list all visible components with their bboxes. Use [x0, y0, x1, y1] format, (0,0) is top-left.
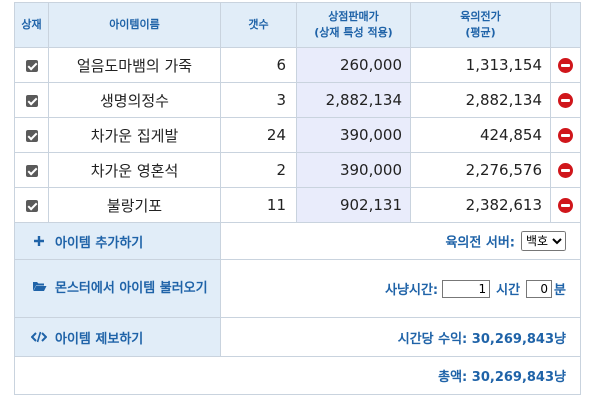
item-qty: 11 [220, 187, 297, 223]
item-qty: 2 [220, 152, 297, 188]
remove-item-button[interactable] [550, 117, 581, 153]
remove-icon[interactable] [558, 93, 573, 108]
header-remove [550, 2, 581, 48]
remove-icon[interactable] [558, 163, 573, 178]
item-market-avg: 2,882,134 [410, 82, 551, 118]
item-market-avg: 1,313,154 [410, 47, 551, 83]
report-item-button[interactable]: 아이템 제보하기 [14, 317, 221, 357]
add-item-row: 아이템 추가하기 육의전 서버: 백호 [14, 222, 581, 260]
header-avg-line2: (평균) [465, 26, 496, 39]
header-qty: 갯수 [220, 2, 297, 48]
server-label: 육의전 서버: [445, 235, 515, 251]
remove-item-button[interactable] [550, 82, 581, 118]
sanggae-checkbox[interactable] [14, 187, 49, 223]
hunt-time-cell: 사냥시간: 시간 분 [220, 259, 581, 318]
remove-icon[interactable] [558, 58, 573, 73]
remove-item-button[interactable] [550, 152, 581, 188]
remove-icon[interactable] [558, 198, 573, 213]
remove-icon[interactable] [558, 128, 573, 143]
checkbox-checked-icon[interactable] [25, 199, 38, 212]
report-item-label: 아이템 제보하기 [55, 331, 144, 347]
remove-item-button[interactable] [550, 187, 581, 223]
hourly-income: 시간당 수익: 30,269,843냥 [220, 317, 581, 357]
item-name: 생명의정수 [48, 82, 221, 118]
item-market-avg: 424,854 [410, 117, 551, 153]
total-amount: 총액: 30,269,843냥 [14, 356, 581, 395]
item-qty: 3 [220, 82, 297, 118]
table-row: 불랑기포 11 902,131 2,382,613 [14, 187, 581, 223]
table-row: 차가운 영혼석 2 390,000 2,276,576 [14, 152, 581, 188]
sanggae-checkbox[interactable] [14, 152, 49, 188]
header-avg: 육의전가 (평균) [410, 2, 551, 48]
item-shop-price: 390,000 [296, 117, 411, 153]
header-avg-line1: 육의전가 [460, 10, 501, 23]
item-name: 얼음도마뱀의 가죽 [48, 47, 221, 83]
header-price-line1: 상점판매가 [328, 10, 379, 23]
header-price-line2: (상재 특성 적용) [314, 26, 393, 39]
table-row: 차가운 집게발 24 390,000 424,854 [14, 117, 581, 153]
table-header-row: 상재 아이템이름 갯수 상점판매가 (상재 특성 적용) 육의전가 (평균) [14, 2, 581, 48]
hours-unit: 시간 [496, 283, 521, 298]
header-name: 아이템이름 [48, 2, 221, 48]
sanggae-checkbox[interactable] [14, 117, 49, 153]
hunt-hours-input[interactable] [442, 279, 491, 298]
item-name: 차가운 영혼석 [48, 152, 221, 188]
minutes-unit: 분 [554, 283, 566, 298]
remove-item-button[interactable] [550, 47, 581, 83]
load-from-monster-button[interactable]: 몬스터에서 아이템 불러오기 [14, 259, 221, 318]
item-shop-price: 2,882,134 [296, 82, 411, 118]
item-qty: 6 [220, 47, 297, 83]
item-shop-price: 390,000 [296, 152, 411, 188]
add-item-button[interactable]: 아이템 추가하기 [14, 222, 221, 260]
folder-open-icon [31, 278, 47, 300]
hunt-minutes-input[interactable] [526, 279, 553, 298]
header-price: 상점판매가 (상재 특성 적용) [296, 2, 411, 48]
checkbox-checked-icon[interactable] [25, 164, 38, 177]
item-table: 상재 아이템이름 갯수 상점판매가 (상재 특성 적용) 육의전가 (평균) 얼음도… [14, 2, 581, 395]
load-monster-row: 몬스터에서 아이템 불러오기 사냥시간: 시간 분 [14, 259, 581, 318]
sanggae-checkbox[interactable] [14, 82, 49, 118]
table-row: 생명의정수 3 2,882,134 2,882,134 [14, 82, 581, 118]
checkbox-checked-icon[interactable] [25, 94, 38, 107]
report-row: 아이템 제보하기 시간당 수익: 30,269,843냥 [14, 317, 581, 357]
item-market-avg: 2,382,613 [410, 187, 551, 223]
item-qty: 24 [220, 117, 297, 153]
item-calculator: 상재 아이템이름 갯수 상점판매가 (상재 특성 적용) 육의전가 (평균) 얼음도… [14, 2, 581, 395]
total-row: 총액: 30,269,843냥 [14, 356, 581, 395]
load-from-monster-label: 몬스터에서 아이템 불러오기 [55, 280, 208, 296]
item-market-avg: 2,276,576 [410, 152, 551, 188]
item-name: 차가운 집게발 [48, 117, 221, 153]
checkbox-checked-icon[interactable] [25, 59, 38, 72]
checkbox-checked-icon[interactable] [25, 129, 38, 142]
server-select[interactable]: 백호 [521, 231, 566, 251]
add-item-label: 아이템 추가하기 [55, 235, 144, 251]
sanggae-checkbox[interactable] [14, 47, 49, 83]
item-shop-price: 260,000 [296, 47, 411, 83]
code-icon [30, 331, 48, 347]
item-name: 불랑기포 [48, 187, 221, 223]
header-check: 상재 [14, 2, 49, 48]
item-shop-price: 902,131 [296, 187, 411, 223]
hunt-time-label: 사냥시간: [385, 283, 439, 298]
server-select-cell: 육의전 서버: 백호 [220, 222, 581, 260]
table-row: 얼음도마뱀의 가죽 6 260,000 1,313,154 [14, 47, 581, 83]
plus-icon [31, 235, 47, 251]
